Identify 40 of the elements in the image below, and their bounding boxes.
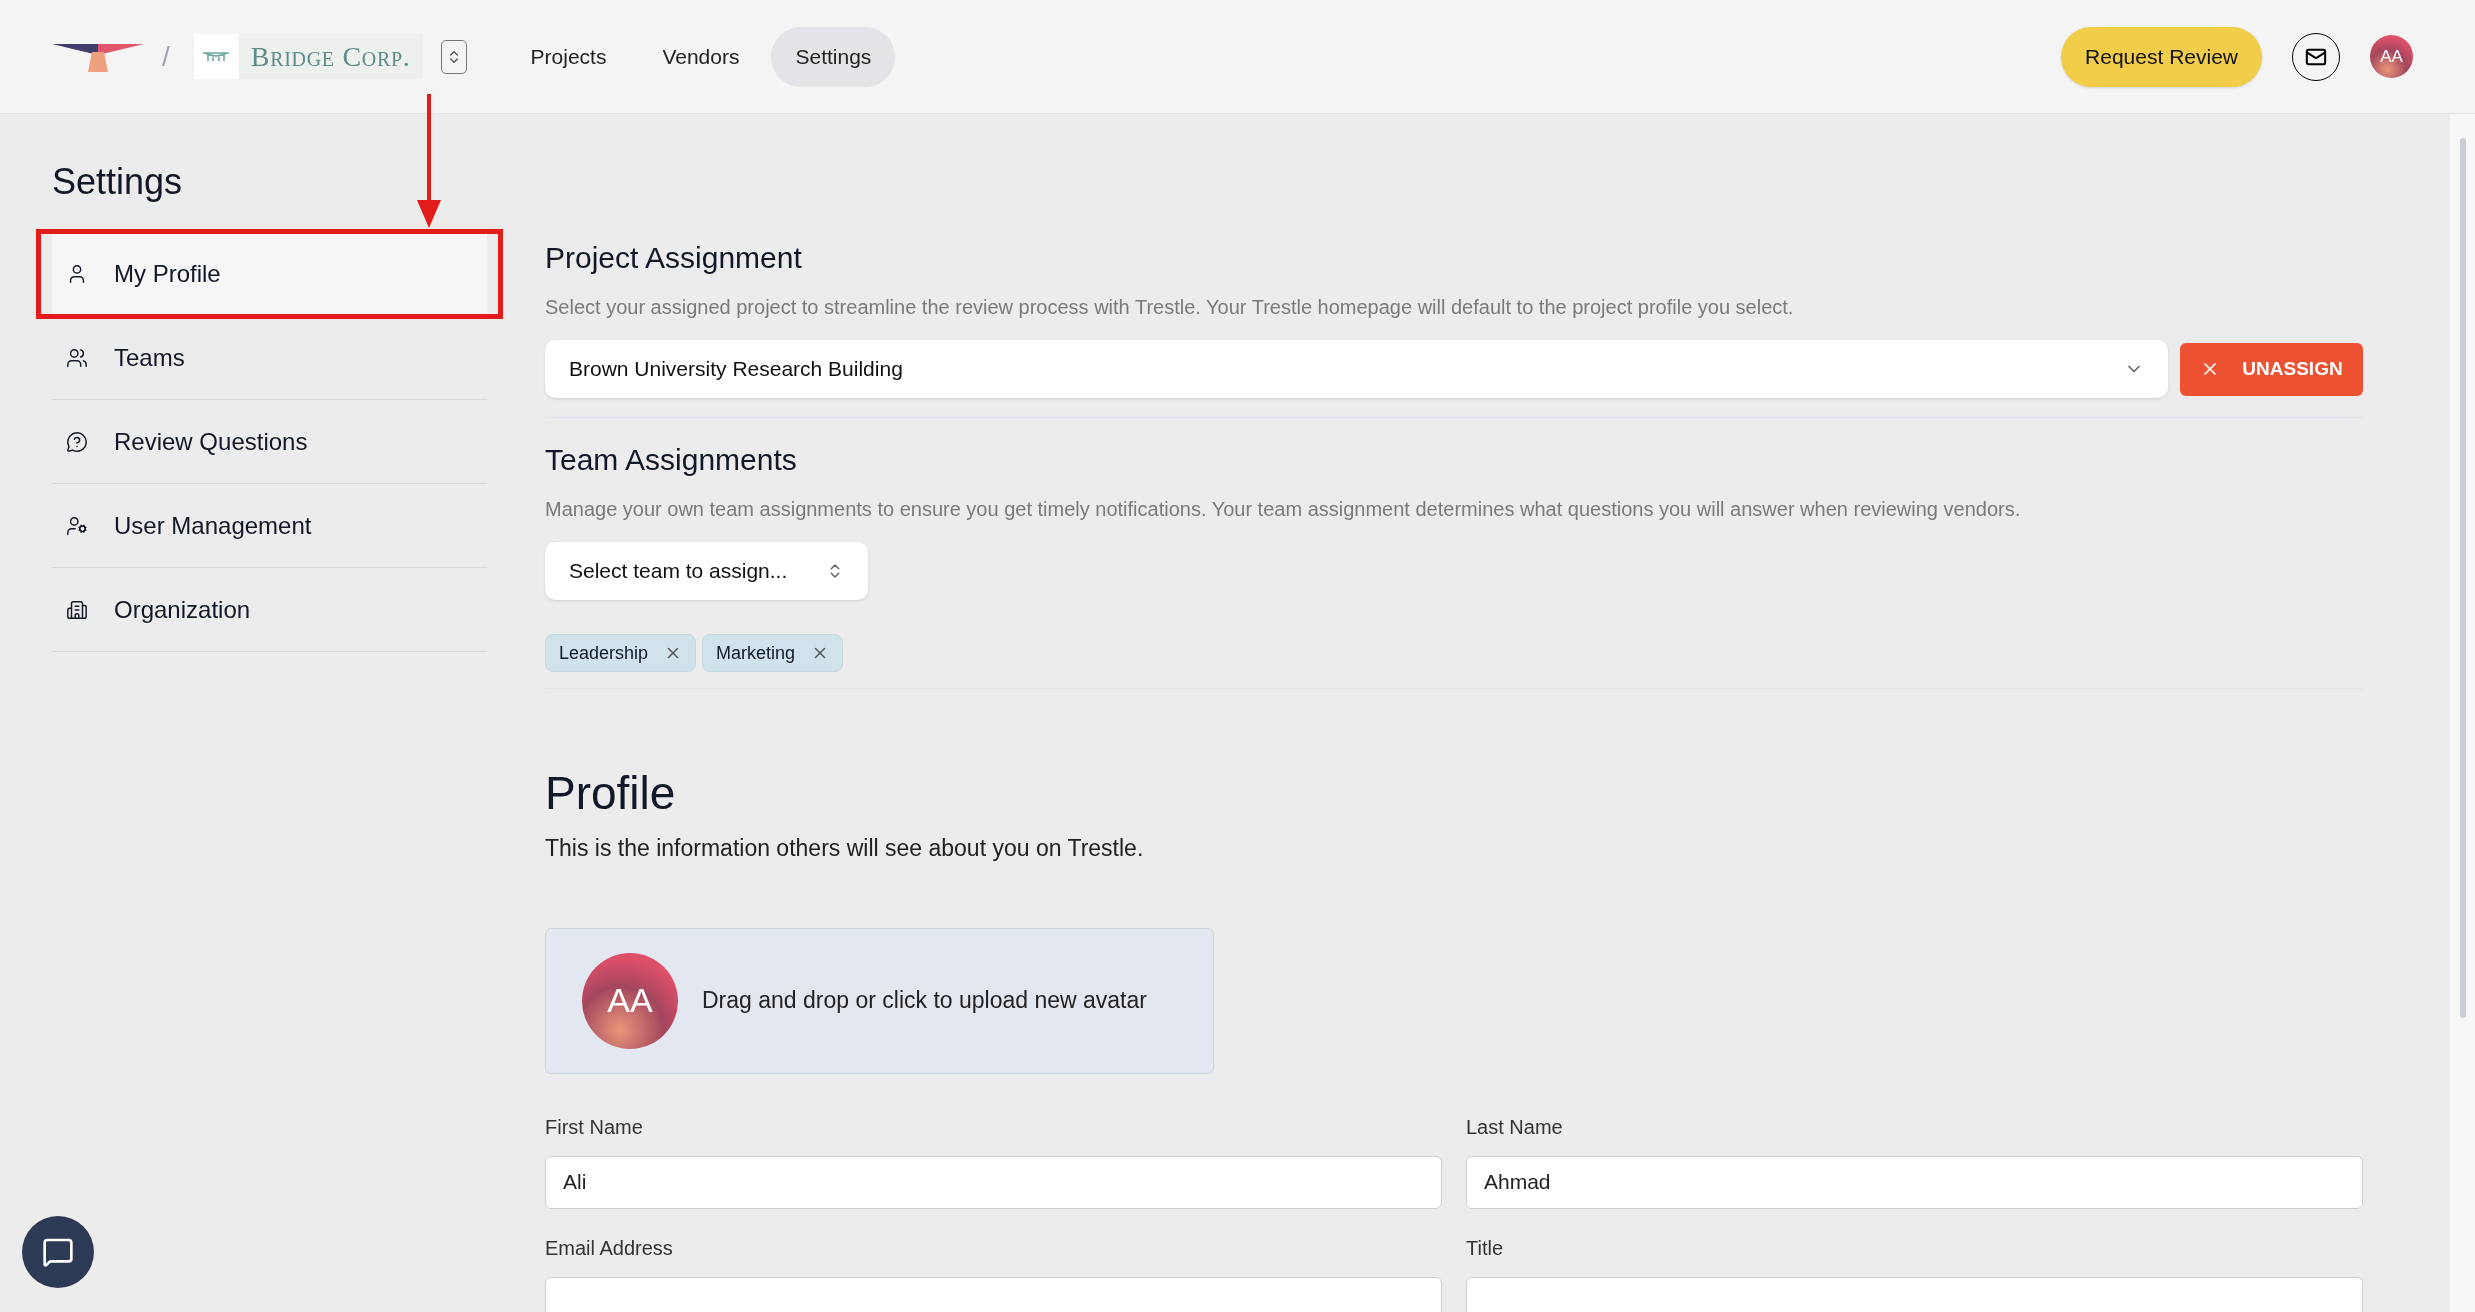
sidebar-title: Settings xyxy=(52,160,184,204)
question-bubble-icon xyxy=(66,430,88,453)
text-field[interactable]: Ali xyxy=(545,1155,1442,1209)
sidebar-item[interactable]: Teams xyxy=(52,316,487,400)
field-label: First Name xyxy=(545,1114,644,1140)
sidebar-item[interactable]: Organization xyxy=(52,568,487,652)
team-select[interactable]: Select team to assign... xyxy=(545,542,868,600)
sidebar-item[interactable]: User Management xyxy=(52,484,487,568)
nav-tab[interactable]: Projects xyxy=(506,26,631,87)
building-icon xyxy=(66,598,88,621)
nav-tab[interactable]: Settings xyxy=(771,26,896,87)
company-switch-button[interactable] xyxy=(440,39,467,74)
profile-description: This is the information others will see about you on Trestle. xyxy=(545,834,1145,863)
user-avatar[interactable]: AA xyxy=(2370,35,2413,78)
logo-icon[interactable] xyxy=(52,41,144,72)
field-label: Last Name xyxy=(1466,1114,1564,1140)
project-select[interactable]: Brown University Research Building xyxy=(545,340,2168,398)
chat-icon xyxy=(42,1236,74,1268)
section-title: Project Assignment xyxy=(545,240,803,276)
field-label: Title xyxy=(1466,1235,1505,1261)
unassign-button[interactable]: UNASSIGN xyxy=(2180,342,2363,396)
scrollbar[interactable] xyxy=(2450,114,2475,1312)
field-label: Email Address xyxy=(545,1235,674,1261)
breadcrumb-separator: / xyxy=(162,39,170,74)
tag-label: Leadership xyxy=(559,641,649,665)
request-review-button[interactable]: Request Review xyxy=(2061,26,2262,87)
sidebar-item[interactable]: My Profile xyxy=(52,232,487,316)
profile-title: Profile xyxy=(545,766,677,821)
people-icon xyxy=(66,346,88,369)
sidebar-item[interactable]: Review Questions xyxy=(52,400,487,484)
tag-label: Marketing xyxy=(716,641,796,665)
text-field[interactable]: Ahmad xyxy=(1466,1155,2363,1209)
avatar-upload-area[interactable]: AA Drag and drop or click to upload new avatar xyxy=(545,927,1214,1074)
section-description: Select your assigned project to streamline the review process with Trestle. Your Trestle homepage will default to the project profile you select. xyxy=(545,295,1795,320)
person-gear-icon xyxy=(66,514,88,537)
section-title: Team Assignments xyxy=(545,442,798,478)
bridge-icon xyxy=(202,49,231,64)
user-avatar: AA xyxy=(582,952,678,1049)
section-description: Manage your own team assignments to ensure you get timely notifications. Your team assignment determines what questions you will answer when reviewing vendors. xyxy=(545,497,2022,522)
nav-tab[interactable]: Vendors xyxy=(638,26,764,87)
